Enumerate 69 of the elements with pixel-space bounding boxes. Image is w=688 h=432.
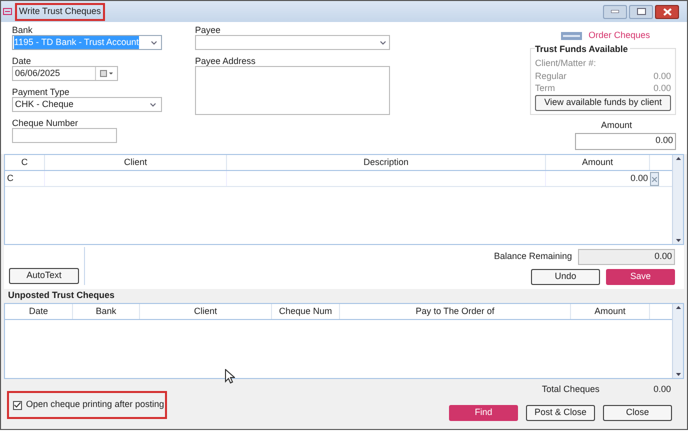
scrollbar[interactable]	[672, 155, 683, 244]
column-header: Date	[5, 304, 73, 319]
field-label: Date	[12, 55, 32, 66]
window-title: Write Trust Cheques	[19, 4, 101, 18]
column-header: Amount	[571, 304, 650, 319]
calendar-icon	[100, 70, 113, 77]
cheque-icon	[561, 32, 582, 40]
close-button[interactable]	[655, 4, 679, 18]
autotext-button[interactable]: AutoText	[9, 268, 79, 284]
order-cheques-link[interactable]: Order Cheques	[588, 29, 650, 42]
balance-remaining-label: Balance Remaining	[494, 250, 572, 264]
chevron-icon	[151, 40, 157, 44]
chevron-icon	[380, 40, 386, 44]
field-value: 1195 - TD Bank - Trust Account	[14, 36, 139, 50]
action-button[interactable]: Close	[603, 404, 672, 420]
column-header: Bank	[73, 304, 140, 319]
minimize-icon	[611, 10, 619, 13]
field-label: Amount	[600, 119, 632, 132]
date-field[interactable]: 06/06/2025	[12, 66, 118, 81]
maximize-button[interactable]	[629, 4, 653, 18]
up-arrow-icon	[676, 157, 680, 160]
amount-field[interactable]: 0.00	[575, 132, 676, 150]
field-label: Payee	[195, 24, 222, 35]
column-header: Amount	[546, 155, 650, 170]
chevron-icon	[150, 102, 156, 106]
payee-dropdown[interactable]	[195, 35, 390, 50]
column-header: Client	[45, 155, 227, 170]
column-header: Pay to The Order of	[340, 304, 571, 319]
section-title: Unposted Trust Cheques	[8, 289, 115, 302]
window-icon	[3, 7, 12, 16]
column-header: Cheque Num	[272, 304, 340, 319]
delete-icon[interactable]	[652, 176, 657, 182]
funds-value: 0.00	[653, 70, 671, 82]
checkbox[interactable]	[13, 400, 22, 410]
field-value: 0.00	[654, 250, 672, 264]
column-header: Client	[140, 304, 272, 319]
field-label: Payment Type	[12, 86, 70, 97]
close-icon	[662, 8, 672, 16]
column-header: C	[5, 155, 45, 170]
funds-value: 0.00	[653, 82, 671, 94]
down-arrow-icon	[676, 373, 680, 376]
field-label: Cheque Number	[12, 117, 80, 128]
field-label: Bank	[12, 24, 34, 35]
total-cheques-value: 0.00	[653, 383, 671, 396]
field-value: 06/06/2025	[15, 66, 60, 80]
column-header: Description	[227, 155, 546, 170]
payee-address-field[interactable]	[195, 66, 390, 115]
view-funds-button[interactable]: View available funds by client	[535, 95, 671, 111]
up-arrow-icon	[676, 306, 680, 309]
client-matter-label: Client/Matter #:	[535, 57, 598, 70]
payment-type-dropdown[interactable]: CHK - Cheque	[12, 97, 162, 112]
checkbox-label: Open cheque printing after posting	[26, 398, 164, 412]
field-value: CHK - Cheque	[15, 98, 74, 111]
minimize-button[interactable]	[603, 4, 627, 18]
table-cell: C	[5, 171, 45, 186]
save-button[interactable]: Save	[606, 269, 675, 285]
table-cell-text: 0.00	[629, 172, 649, 185]
undo-button[interactable]: Undo	[531, 269, 600, 285]
total-cheques-label: Total Cheques	[542, 383, 600, 396]
action-button[interactable]: Post & Close	[526, 404, 595, 420]
cheque-number-field[interactable]	[12, 128, 117, 143]
maximize-icon	[636, 8, 646, 15]
find-button[interactable]: Find	[449, 404, 518, 420]
funds-label: Term	[535, 82, 555, 94]
field-value: 0.00	[655, 134, 673, 148]
down-arrow-icon	[676, 239, 680, 242]
field-label: Payee Address	[195, 55, 257, 66]
funds-label: Regular	[535, 70, 567, 82]
scrollbar[interactable]	[672, 304, 683, 378]
